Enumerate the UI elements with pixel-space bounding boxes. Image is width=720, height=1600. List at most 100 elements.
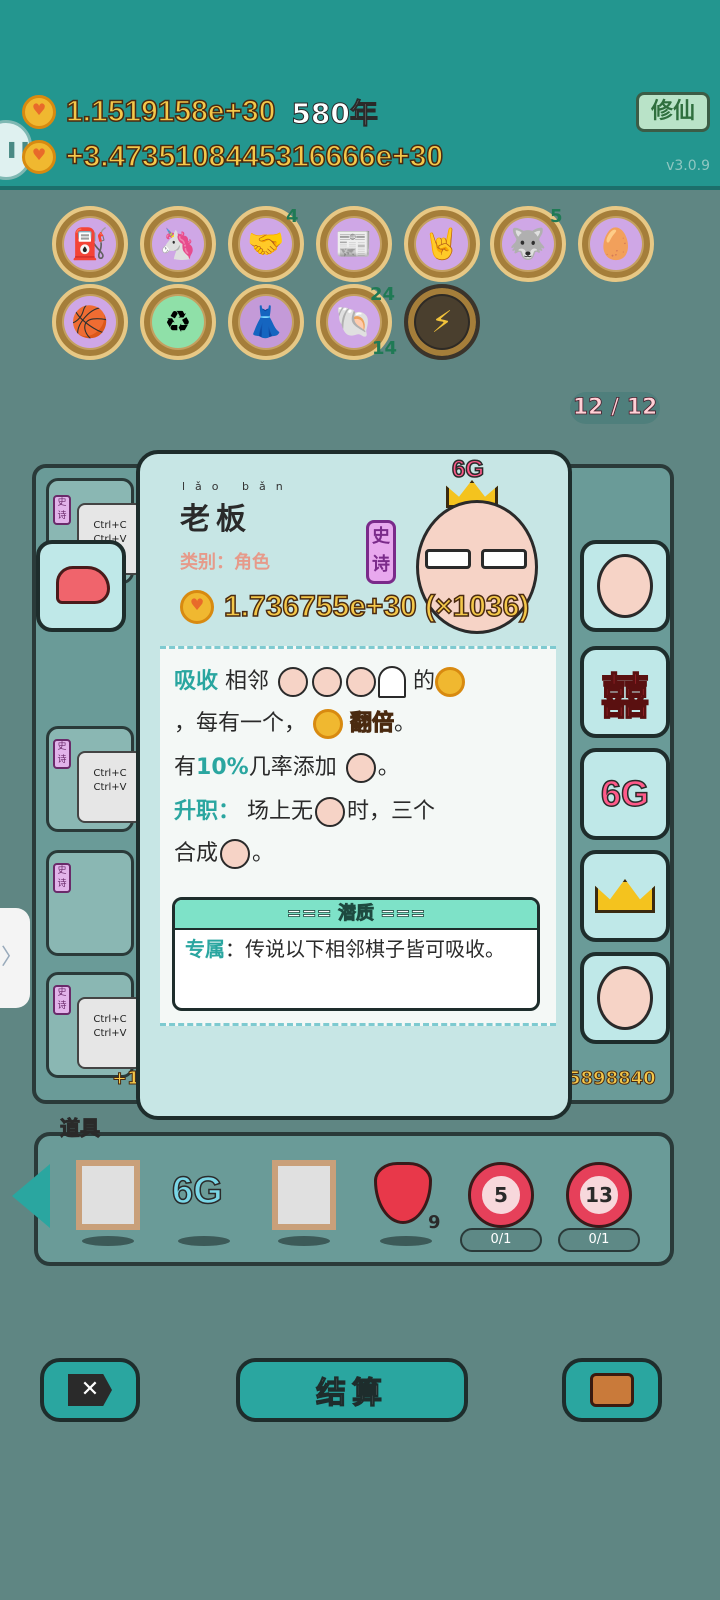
potential-box: === 潜质 === 专属：传说以下相邻棋子皆可吸收。 — [172, 897, 540, 1011]
shell-count-top: 24 — [370, 284, 396, 305]
epic-tag: 史诗 — [53, 863, 71, 893]
briefcase-button[interactable] — [562, 1358, 662, 1422]
rock-hand-icon: 🤘 — [416, 218, 468, 270]
coin-icon — [313, 709, 344, 739]
item-lightning[interactable]: ⚡ — [404, 284, 480, 360]
husky-icon: 🐺 — [502, 218, 554, 270]
item-recycle[interactable]: ♻ — [140, 284, 216, 360]
card-value-row: 1.736755e+30 (×1036) — [180, 589, 530, 624]
slot-crown[interactable] — [580, 850, 670, 942]
strawberry-count: 9 — [428, 1212, 441, 1233]
lightning-icon: ⚡ — [416, 296, 468, 348]
character-detail-card: lǎo bǎn 老板 类别：角色 史诗 6G 1.736755e+30 (×10… — [136, 450, 572, 1120]
pump-icon: ⛽ — [64, 218, 116, 270]
slot-6g[interactable]: 6G — [580, 748, 670, 840]
coin-icon — [22, 140, 56, 174]
card-value: 1.736755e+30 (×1036) — [223, 589, 530, 624]
ghost-icon — [378, 666, 407, 698]
coin-icon — [22, 95, 56, 129]
double-keyword: 翻倍 — [350, 711, 395, 737]
handshake-count: 4 — [286, 206, 299, 227]
bald-man-icon — [597, 966, 653, 1030]
item-basketballs[interactable]: 🏀 — [52, 284, 128, 360]
desc-none-on-field: 场上无 — [247, 799, 314, 824]
glasses-face-icon — [312, 667, 343, 697]
epic-tag: 史诗 — [53, 495, 71, 525]
desc-line-2: ，每有一个， 翻倍。 — [174, 705, 416, 739]
side-drawer-tab[interactable]: 〉 — [0, 908, 30, 1008]
card-category: 类别：角色 — [180, 552, 270, 573]
prop-empty-frame[interactable] — [272, 1160, 336, 1230]
coins-rate-row: +3.4735108445316666e+30 — [22, 139, 444, 174]
chance-percent: 10% — [196, 755, 249, 780]
discard-button[interactable]: ✕ — [40, 1358, 140, 1422]
desc-period: 。 — [377, 755, 400, 780]
slot-double-happiness[interactable]: 囍 — [580, 646, 670, 738]
double-happiness-icon: 囍 — [600, 668, 650, 726]
crown-icon — [595, 879, 655, 913]
props-title: 道具 — [60, 1116, 101, 1141]
item-skirt[interactable]: 👗 — [228, 284, 304, 360]
desc-of: 的 — [413, 669, 436, 694]
gold-glasses-face-icon — [315, 797, 346, 827]
version-label: v3.0.9 — [666, 158, 710, 174]
cultivate-button[interactable]: 修仙 — [636, 92, 710, 132]
desc-three: 时，三个 — [347, 799, 436, 824]
ctrl-c-label: Ctrl+C — [93, 768, 127, 779]
prop-6g[interactable]: 6G — [171, 1169, 223, 1213]
desc-period: 。 — [252, 841, 275, 866]
prop-shadow — [82, 1236, 134, 1246]
potential-header: === 潜质 === — [175, 900, 537, 930]
item-rock-hand[interactable]: 🤘 — [404, 206, 480, 282]
husky-count: 5 — [550, 206, 563, 227]
prop-empty-frame[interactable] — [76, 1160, 140, 1230]
target-item-2[interactable]: 13 — [566, 1162, 632, 1228]
potential-body: 专属：传说以下相邻棋子皆可吸收。 — [175, 930, 537, 968]
gold-glasses-face-icon — [220, 839, 251, 869]
epic-tag: 史诗 — [53, 739, 71, 769]
slot-boss[interactable] — [580, 540, 670, 632]
skirt-icon: 👗 — [240, 296, 292, 348]
year-counter: 580年 — [291, 97, 378, 131]
top-status-bar: 1.1519158e+30 580年 +3.4735108445316666e+… — [0, 0, 720, 190]
basketball-icon: 🏀 — [64, 296, 116, 348]
item-unicorn[interactable]: 🦄 — [140, 206, 216, 282]
shell-count-bottom: 14 — [372, 338, 398, 359]
coins-rate: +3.4735108445316666e+30 — [65, 139, 444, 174]
item-time-magazine[interactable]: 📰 — [316, 206, 392, 282]
props-prev-arrow-icon[interactable] — [12, 1164, 50, 1228]
board-slot[interactable]: 史诗 — [46, 850, 134, 956]
magazine-icon: 📰 — [328, 218, 380, 270]
desc-line-3: 有10%几率添加 。 — [174, 749, 400, 783]
prop-shadow — [278, 1236, 330, 1246]
target-item-1[interactable]: 5 — [468, 1162, 534, 1228]
target-2-progress: 0/1 — [558, 1228, 640, 1252]
settle-button[interactable]: 结算 — [236, 1358, 468, 1422]
title-pinyin: lǎo bǎn — [182, 480, 293, 493]
item-pump[interactable]: ⛽ — [52, 206, 128, 282]
desc-have: 有 — [174, 755, 197, 780]
desc-line-4: 升职： 场上无 时，三个 — [174, 793, 435, 827]
desc-merge: 合成 — [174, 841, 219, 866]
egg-icon: 🥚 — [590, 218, 642, 270]
selected-slot-liver[interactable] — [36, 540, 126, 632]
recycle-icon: ♻ — [152, 296, 204, 348]
copy-paste-card: Ctrl+C Ctrl+V — [77, 997, 143, 1069]
glasses-left — [425, 549, 471, 569]
ctrl-c-label: Ctrl+C — [93, 1014, 127, 1025]
board-slot[interactable]: 史诗 Ctrl+C Ctrl+V — [46, 972, 143, 1078]
settle-label: 结算 — [315, 1375, 388, 1411]
liver-icon — [56, 566, 110, 604]
coin-icon — [435, 667, 466, 697]
desc-line-5: 合成 。 — [174, 835, 274, 869]
desc-line-1: 吸收 相邻 的 — [174, 663, 466, 698]
absorb-keyword: 吸收 — [174, 669, 219, 694]
item-egg[interactable]: 🥚 — [578, 206, 654, 282]
exclusive-keyword: 专属 — [185, 937, 225, 961]
coin-icon — [180, 590, 214, 624]
board-slot[interactable]: 史诗 Ctrl+C Ctrl+V — [46, 726, 143, 832]
slot-bald-man[interactable] — [580, 952, 670, 1044]
board-right-value: 5898840 — [568, 1068, 657, 1090]
worker-face-icon — [346, 667, 377, 697]
prop-shadow — [178, 1236, 230, 1246]
